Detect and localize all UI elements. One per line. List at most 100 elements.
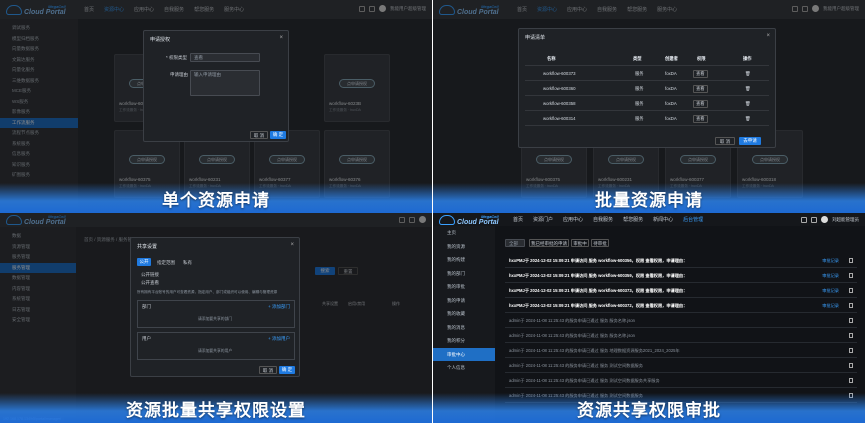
- nav-item-admin[interactable]: 后台管理: [683, 216, 703, 223]
- apply-dialog: 申请授权 × * 权限类型 查看 申请理由 输入申请理由 取 消 确 定: [143, 30, 289, 142]
- sidebar-item[interactable]: 我的资源: [433, 240, 495, 254]
- top-navbar: MegaCellCloud Portal 首页 资源门户 应用中心 自我服务 帮…: [433, 213, 865, 226]
- tab-in-review[interactable]: 审批中: [571, 239, 589, 247]
- nav-item-apps[interactable]: 应用中心: [563, 216, 583, 223]
- trash-icon[interactable]: 🗑: [745, 116, 750, 122]
- nav-item-help[interactable]: 帮您服务: [623, 216, 643, 223]
- nav-item-self-service[interactable]: 自我服务: [593, 216, 613, 223]
- trash-icon[interactable]: [849, 273, 853, 278]
- cancel-button[interactable]: 取 消: [715, 137, 735, 145]
- panel-single-request: MegaCellCloud Portal 首页 资源中心 应用中心 自我服务 帮…: [0, 0, 432, 213]
- sidebar-item[interactable]: 我的积分: [433, 334, 495, 348]
- sidebar-item[interactable]: 我的申请: [433, 294, 495, 308]
- tab-scope[interactable]: 指定范围: [157, 260, 175, 266]
- main-nav: 首页 资源门户 应用中心 自我服务 帮您服务 新闻中心 后台管理: [513, 216, 703, 223]
- trash-icon[interactable]: 🗑: [745, 86, 750, 92]
- avatar[interactable]: [821, 216, 828, 223]
- approval-record-link[interactable]: 审批记录: [822, 283, 839, 298]
- settings-icon[interactable]: [801, 217, 807, 223]
- trash-icon[interactable]: [849, 288, 853, 293]
- sidebar-item[interactable]: 我的收藏: [433, 307, 495, 321]
- reason-label: 申请理由: [170, 72, 188, 78]
- user-name[interactable]: 刘超能管理员: [832, 217, 859, 223]
- close-icon[interactable]: ×: [279, 35, 283, 41]
- caption: 资源批量共享权限设置: [126, 396, 306, 421]
- panel-share-settings: MegaCellCloud Portal 首页 / 资源服务 / 服务管理 数据…: [0, 213, 432, 423]
- tab-pending[interactable]: 待审批: [591, 239, 609, 247]
- close-icon[interactable]: ×: [766, 33, 770, 39]
- trash-icon[interactable]: 🗑: [745, 71, 750, 77]
- add-user-button[interactable]: + 添加用户: [268, 336, 290, 342]
- table-row: workflow-600358 服务 foxDA 查看 🗑: [525, 96, 769, 111]
- caption-banner: 单个资源申请: [0, 183, 432, 213]
- approval-record-link[interactable]: 审批记录: [822, 298, 839, 313]
- tab-public[interactable]: 公开: [137, 258, 151, 266]
- approval-record-link[interactable]: 审批记录: [822, 253, 839, 268]
- cancel-button[interactable]: 取 消: [259, 366, 277, 374]
- share-description: 所有拥有平台账号的用户可查看资源，指定用户、部门或组织可以使用、编辑与管理资源: [137, 290, 297, 295]
- radio-public-view[interactable]: 公开查看: [141, 280, 159, 286]
- nav-item-news[interactable]: 新闻中心: [653, 216, 673, 223]
- list-item: hxxPMJ于 2024-12-02 15:09:21 申请访问 服务 work…: [505, 253, 857, 268]
- list-item: admin于 2024-11-08 11:25:43 的服务申请已通过 服务 服…: [505, 328, 857, 343]
- table-row: workflow-600360 服务 foxDA 查看 🗑: [525, 81, 769, 96]
- list-item: admin于 2024-11-08 11:25:43 的服务申请已通过 服务 测…: [505, 373, 857, 388]
- nav-item-home[interactable]: 首页: [513, 216, 523, 223]
- confirm-button[interactable]: 确 定: [270, 131, 286, 139]
- user-box: 用户 + 添加用户 请添加要共享的用户: [137, 332, 295, 360]
- trash-icon[interactable]: 🗑: [745, 101, 750, 107]
- sidebar-item[interactable]: 我的消息: [433, 321, 495, 335]
- reason-textarea[interactable]: 输入申请理由: [190, 70, 260, 96]
- add-dept-button[interactable]: + 添加部门: [268, 304, 290, 310]
- filter-select[interactable]: 全部: [505, 239, 525, 247]
- sidebar-item[interactable]: 主页: [433, 226, 495, 240]
- trash-icon[interactable]: [849, 348, 853, 353]
- table-row: workflow-600314 服务 foxDA 查看 🗑: [525, 111, 769, 126]
- trash-icon[interactable]: [849, 258, 853, 263]
- cloud-icon: [439, 215, 455, 225]
- share-dialog: 共享设置 × 公开 指定范围 私有 公开链接 公开查看 所有拥有平台账号的用户可…: [130, 237, 300, 377]
- go-apply-button[interactable]: 去申请: [739, 137, 761, 145]
- bell-icon[interactable]: [811, 217, 817, 223]
- dept-box: 部门 + 添加部门 请添加要共享的部门: [137, 300, 295, 328]
- perm-select[interactable]: 查看: [693, 85, 708, 93]
- tab-approved[interactable]: 我已经审批的申请: [529, 239, 569, 247]
- trash-icon[interactable]: [849, 363, 853, 368]
- dialog-title: 共享设置: [137, 243, 157, 250]
- trash-icon[interactable]: [849, 318, 853, 323]
- caption: 资源共享权限审批: [577, 396, 721, 421]
- approval-record-link[interactable]: 审批记录: [822, 268, 839, 283]
- perm-type-select[interactable]: 查看: [190, 53, 260, 62]
- table-header: 名称 类型 创建者 权限 操作: [525, 51, 769, 66]
- list-item: admin于 2024-11-08 11:25:43 的服务申请已通过 服务 地…: [505, 343, 857, 358]
- list-item: hxxPMJ于 2024-12-02 15:09:21 申请访问 服务 work…: [505, 283, 857, 298]
- panel-batch-request: MegaCellCloud Portal 首页 资源中心 应用中心 自我服务 帮…: [433, 0, 865, 213]
- perm-select[interactable]: 查看: [693, 70, 708, 78]
- sidebar-item[interactable]: 我的构建: [433, 253, 495, 267]
- perm-type-label: * 权限类型: [166, 55, 187, 61]
- sidebar-item[interactable]: 我的审批: [433, 280, 495, 294]
- tab-private[interactable]: 私有: [183, 260, 192, 266]
- list-item: hxxPMJ于 2024-12-02 15:09:21 申请访问 服务 work…: [505, 268, 857, 283]
- nav-item-resources[interactable]: 资源门户: [533, 216, 553, 223]
- trash-icon[interactable]: [849, 303, 853, 308]
- trash-icon[interactable]: [849, 333, 853, 338]
- dialog-title: 申请清单: [525, 34, 545, 41]
- sidebar-item[interactable]: 个人信息: [433, 361, 495, 375]
- table-row: workflow-600373 服务 foxDA 查看 🗑: [525, 66, 769, 81]
- apply-list-dialog: 申请清单 × 名称 类型 创建者 权限 操作 workflow-600373 服…: [518, 28, 776, 148]
- sidebar-item[interactable]: 我的部门: [433, 267, 495, 281]
- perm-select[interactable]: 查看: [693, 100, 708, 108]
- cancel-button[interactable]: 取 消: [250, 131, 268, 139]
- trash-icon[interactable]: [849, 378, 853, 383]
- list-item: admin于 2024-11-08 11:25:43 的服务申请已通过 服务 测…: [505, 358, 857, 373]
- radio-public-link[interactable]: 公开链接: [141, 272, 159, 278]
- confirm-button[interactable]: 确 定: [279, 366, 295, 374]
- sidebar-item-approval[interactable]: 审批中心: [433, 348, 495, 362]
- close-icon[interactable]: ×: [290, 242, 294, 248]
- caption: 单个资源申请: [162, 186, 270, 211]
- panel-approval: MegaCellCloud Portal 首页 资源门户 应用中心 自我服务 帮…: [433, 213, 865, 423]
- caption-banner: 批量资源申请: [433, 183, 865, 213]
- dialog-title: 申请授权: [150, 36, 170, 43]
- perm-select[interactable]: 查看: [693, 115, 708, 123]
